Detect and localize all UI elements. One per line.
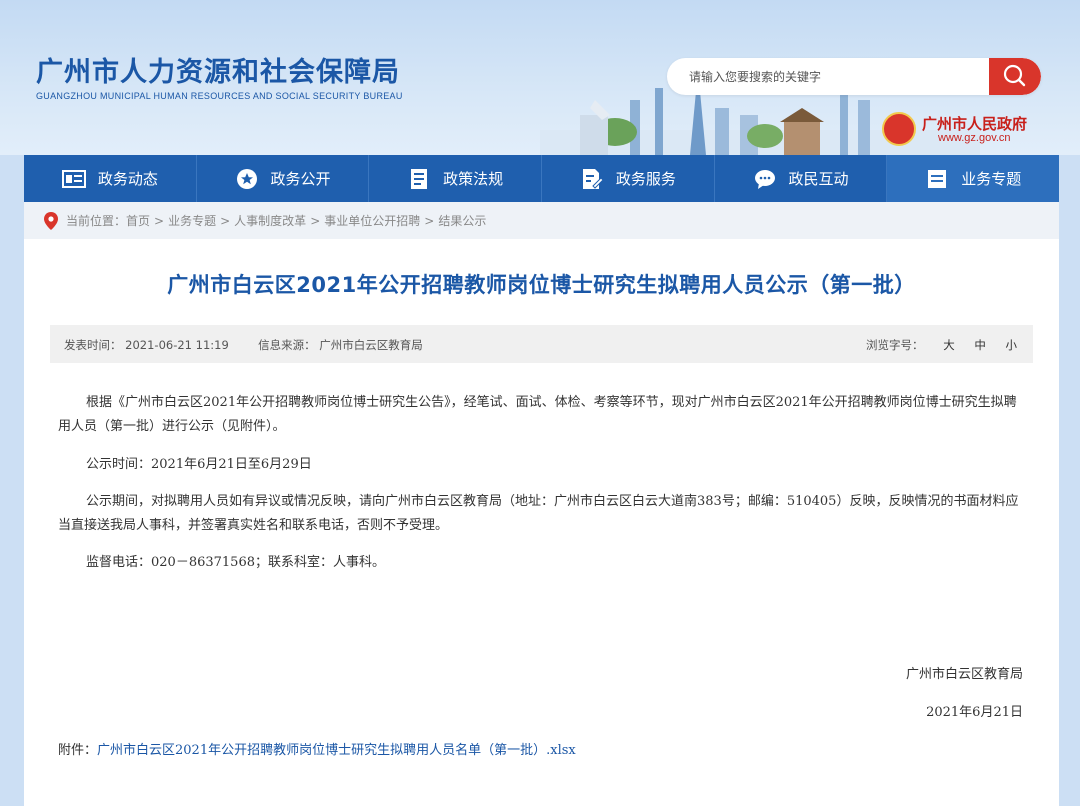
article-paragraph: 根据《广州市白云区2021年公开招聘教师岗位博士研究生公告》，经笔试、面试、体检… xyxy=(58,395,1017,434)
star-icon xyxy=(235,167,259,191)
article-meta-bar: 发表时间： 2021-06-21 11:19 信息来源： 广州市白云区教育局 浏… xyxy=(50,325,1033,363)
breadcrumb-separator: > xyxy=(424,213,435,228)
font-size-medium[interactable]: 中 xyxy=(974,338,986,352)
breadcrumb-prefix: 当前位置： xyxy=(66,214,127,228)
font-size-large[interactable]: 大 xyxy=(943,338,955,352)
source-value: 广州市白云区教育局 xyxy=(319,338,423,352)
article-meta-info: 发表时间： 2021-06-21 11:19 信息来源： 广州市白云区教育局 xyxy=(64,337,423,353)
nav-label: 业务专题 xyxy=(961,170,1022,188)
news-icon xyxy=(61,167,86,191)
breadcrumb-reform[interactable]: 人事制度改革 xyxy=(234,212,306,229)
article-paragraph: 监督电话：020－86371568；联系科室：人事科。 xyxy=(86,555,385,570)
source-label: 信息来源： xyxy=(258,338,316,352)
publish-label: 发表时间： xyxy=(64,338,122,352)
gz-gov-name: 广州市人民政府 xyxy=(922,115,1028,133)
location-pin-icon xyxy=(44,211,58,230)
gz-emblem-icon xyxy=(882,112,916,146)
attachment-link[interactable]: 广州市白云区2021年公开招聘教师岗位博士研究生拟聘用人员名单（第一批）.xls… xyxy=(97,743,576,758)
topic-icon xyxy=(925,167,949,191)
header-banner: 广州市人力资源和社会保障局 GUANGZHOU MUNICIPAL HUMAN … xyxy=(0,0,1080,155)
service-icon xyxy=(580,167,604,191)
breadcrumb-recruit[interactable]: 事业单位公开招聘 xyxy=(324,212,420,229)
search-input[interactable] xyxy=(689,58,989,95)
logo-title-cn: 广州市人力资源和社会保障局 xyxy=(36,57,400,88)
breadcrumb-separator: > xyxy=(154,213,165,228)
search-icon xyxy=(1003,64,1026,87)
logo-title-en: GUANGZHOU MUNICIPAL HUMAN RESOURCES AND … xyxy=(36,91,403,101)
breadcrumb-separator: > xyxy=(220,213,231,228)
signature-org: 广州市白云区教育局 xyxy=(905,667,1023,682)
nav-label: 政务动态 xyxy=(97,170,158,188)
nav-item-topics[interactable]: 业务专题 xyxy=(887,155,1060,202)
font-size-switcher: 浏览字号： 大 中 小 xyxy=(866,337,1017,353)
nav-label: 政务公开 xyxy=(270,170,331,188)
nav-label: 政民互动 xyxy=(788,170,849,188)
breadcrumb-home[interactable]: 首页 xyxy=(126,212,150,229)
article-paragraph: 公示时间：2021年6月21日至6月29日 xyxy=(86,457,312,472)
breadcrumb-result[interactable]: 结果公示 xyxy=(438,212,486,229)
chat-icon xyxy=(753,167,777,191)
site-logo[interactable]: 广州市人力资源和社会保障局 GUANGZHOU MUNICIPAL HUMAN … xyxy=(36,50,403,101)
breadcrumb: 当前位置： 首页 > 业务专题 > 人事制度改革 > 事业单位公开招聘 > 结果… xyxy=(24,202,1059,239)
nav-label: 政务服务 xyxy=(615,170,676,188)
article-container: 广州市白云区2021年公开招聘教师岗位博士研究生拟聘用人员公示（第一批） 发表时… xyxy=(24,239,1059,806)
nav-item-disclosure[interactable]: 政务公开 xyxy=(197,155,370,202)
nav-item-news[interactable]: 政务动态 xyxy=(24,155,197,202)
nav-item-service[interactable]: 政务服务 xyxy=(542,155,715,202)
gz-gov-badge[interactable]: 广州市人民政府 www.gz.gov.cn xyxy=(882,110,1042,150)
attachment-label: 附件： xyxy=(58,743,98,758)
font-size-label: 浏览字号： xyxy=(866,338,924,352)
gz-gov-url: www.gz.gov.cn xyxy=(938,132,1011,144)
signature-date: 2021年6月21日 xyxy=(926,705,1023,720)
nav-item-interaction[interactable]: 政民互动 xyxy=(715,155,888,202)
article-paragraph: 公示期间，对拟聘用人员如有异议或情况反映，请向广州市白云区教育局（地址：广州市白… xyxy=(58,494,1019,533)
breadcrumb-separator: > xyxy=(310,213,321,228)
main-nav: 政务动态 政务公开 政策法规 政务服务 政民互动 业务专题 xyxy=(24,155,1060,202)
article-title: 广州市白云区2021年公开招聘教师岗位博士研究生拟聘用人员公示（第一批） xyxy=(167,273,916,297)
nav-label: 政策法规 xyxy=(443,170,504,188)
breadcrumb-topics[interactable]: 业务专题 xyxy=(168,212,216,229)
font-size-small[interactable]: 小 xyxy=(1006,338,1018,352)
nav-item-policy[interactable]: 政策法规 xyxy=(369,155,543,202)
attachment-row: 附件：广州市白云区2021年公开招聘教师岗位博士研究生拟聘用人员名单（第一批）.… xyxy=(58,739,576,758)
document-icon xyxy=(407,167,431,191)
publish-time: 2021-06-21 11:19 xyxy=(125,338,229,352)
search-button[interactable] xyxy=(989,58,1041,95)
search-box xyxy=(667,58,1041,95)
